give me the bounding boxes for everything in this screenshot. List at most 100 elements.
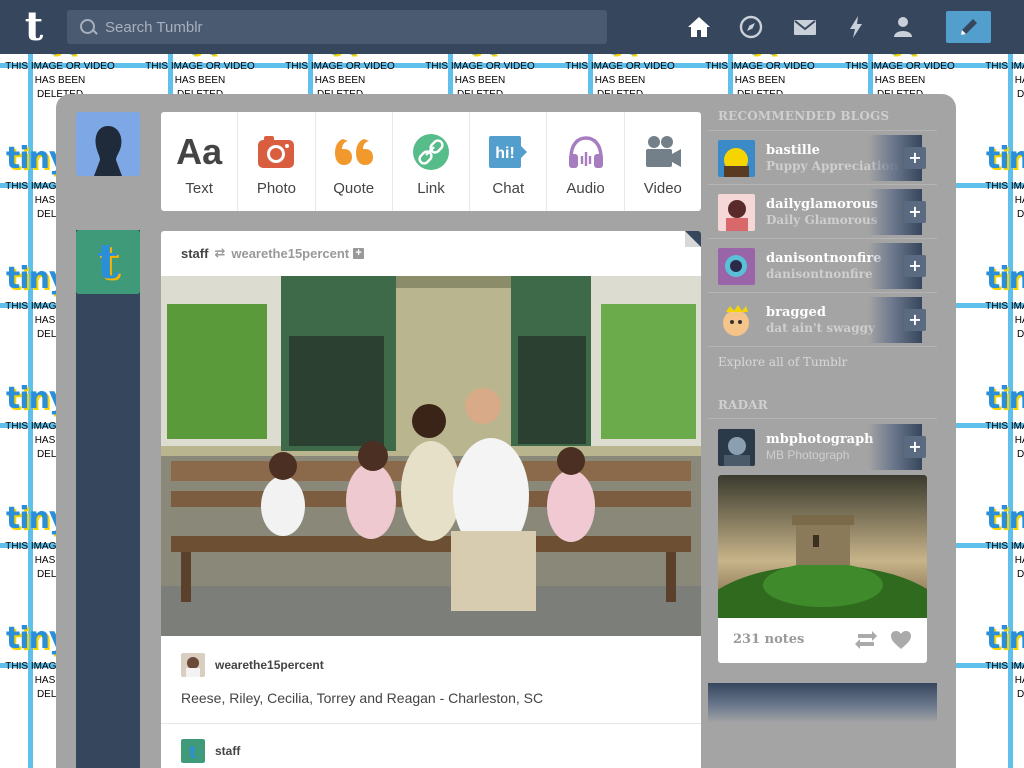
post-type-link[interactable]: Link — [393, 112, 471, 211]
deleted-notice: This image or videohas beendeleted — [985, 541, 1024, 580]
account-person-icon[interactable] — [890, 14, 916, 40]
blog-avatar — [718, 139, 755, 177]
post-type-chat[interactable]: hi! Chat — [470, 112, 548, 211]
post-type-label: Audio — [566, 180, 605, 197]
compose-button[interactable] — [946, 11, 991, 43]
divider — [708, 238, 937, 239]
broken-image-tile: tinypicThis image or videohas beendelete… — [975, 144, 1024, 254]
blog-avatar — [718, 428, 755, 466]
deleted-notice: This image or videohas beendeleted — [985, 661, 1024, 700]
blog-avatar — [718, 301, 755, 339]
tinypic-logo: tinypic — [985, 141, 1024, 176]
follow-plus-icon[interactable]: + — [904, 309, 926, 331]
follow-plus-icon[interactable]: + — [904, 436, 926, 458]
post-type-label: Chat — [492, 180, 525, 197]
svg-text:hi!: hi! — [495, 145, 515, 162]
svg-text:t: t — [189, 742, 198, 763]
post-photo[interactable] — [161, 276, 701, 636]
caption-user[interactable]: wearethe15percent — [181, 653, 324, 677]
tinypic-logo: tinypic — [985, 501, 1024, 536]
home-icon[interactable] — [686, 14, 712, 40]
recommended-blog-row[interactable]: danisontnonfire danisontnonfire + — [718, 243, 928, 289]
headphones-icon — [566, 132, 606, 172]
explore-all-link[interactable]: Explore all of Tumblr — [718, 355, 847, 369]
post-type-quote[interactable]: Quote — [316, 112, 393, 211]
camera-icon — [257, 132, 295, 172]
chat-hi-icon: hi! — [487, 132, 529, 172]
radar-post-card: 231 notes — [718, 475, 927, 663]
post-type-audio[interactable]: Audio — [547, 112, 625, 211]
tinypic-logo: tinypic — [985, 381, 1024, 416]
post-avatar-column — [76, 230, 140, 768]
broken-image-tile: tinypic This image or videohas beendelete… — [975, 384, 1024, 494]
inbox-envelope-icon[interactable] — [792, 14, 818, 40]
search-box[interactable] — [67, 10, 607, 44]
follow-plus-icon[interactable]: + — [904, 201, 926, 223]
post-caption: Reese, Riley, Cecilia, Torrey and Reagan… — [181, 690, 544, 706]
post-type-video[interactable]: Video — [625, 112, 701, 211]
post-type-label: Link — [417, 180, 445, 197]
notes-count[interactable]: 231 notes — [733, 632, 804, 647]
deleted-notice: This image or videohas beendeleted — [985, 61, 1024, 100]
post-type-label: Photo — [256, 180, 297, 197]
divider — [708, 130, 937, 131]
radar-photo[interactable] — [718, 475, 927, 618]
post-corner-fold — [685, 231, 701, 247]
recommended-blogs-heading: Recommended Blogs — [718, 109, 890, 123]
recommended-blog-row[interactable]: bragged dat ain't swaggy + — [718, 297, 928, 343]
tumblr-logo[interactable]: t — [18, 7, 50, 47]
reblog-arrows-icon: ⇄ — [214, 246, 226, 261]
broken-image-tile: tinypic This image or videohas beendelete… — [975, 504, 1024, 614]
tinypic-logo: tinypic — [985, 621, 1024, 656]
video-camera-icon — [643, 132, 683, 172]
like-heart-icon[interactable] — [890, 630, 912, 655]
staff-avatar[interactable]: t — [76, 230, 140, 294]
post-divider — [161, 723, 701, 724]
search-icon — [67, 10, 105, 44]
deleted-notice: This image or videohas beendeleted — [985, 421, 1024, 460]
caption-user-avatar — [181, 653, 205, 677]
tinypic-logo: tinypic — [985, 261, 1024, 296]
recommended-blog-row[interactable]: bastille Puppy Appreciation + — [718, 135, 928, 181]
blog-avatar — [718, 193, 755, 231]
broken-image-tile: tinypic This image or videohas beendelete… — [975, 264, 1024, 374]
family-photo-image — [161, 276, 701, 636]
post-type-label: Text — [185, 180, 213, 197]
quote-icon — [333, 132, 375, 172]
post-type-photo[interactable]: Photo — [238, 112, 316, 211]
deleted-notice: This image or videohas beendeleted — [985, 301, 1024, 340]
broken-image-tile: tinypic This image or videohas beendelete… — [975, 624, 1024, 734]
my-avatar[interactable] — [76, 112, 140, 176]
divider — [708, 292, 937, 293]
activity-lightning-icon[interactable] — [843, 14, 869, 40]
blog-avatar — [718, 247, 755, 285]
follow-plus-icon[interactable]: + — [353, 248, 365, 259]
compose-pencil-icon — [960, 19, 977, 35]
post-header: staff ⇄ wearethe15percent + — [161, 231, 701, 276]
post-author-link[interactable]: staff — [181, 246, 208, 261]
radar-blog-row[interactable]: mbphotograph MB Photograph + — [718, 424, 928, 470]
sidebar-bottom-strip — [708, 683, 937, 723]
reblogger-row[interactable]: t staff — [181, 739, 240, 763]
divider — [708, 418, 937, 419]
search-input[interactable] — [105, 18, 585, 36]
post-source-link[interactable]: wearethe15percent — [231, 246, 349, 261]
caption-user-name: wearethe15percent — [215, 658, 324, 672]
text-aa-icon: Aa — [176, 131, 223, 172]
divider — [708, 184, 937, 185]
divider — [708, 346, 937, 347]
follow-plus-icon[interactable]: + — [904, 147, 926, 169]
post-type-bar: Aa Text Photo Quote Link hi! Chat Audio — [161, 112, 701, 211]
follow-plus-icon[interactable]: + — [904, 255, 926, 277]
top-navigation-bar: t — [0, 0, 1024, 54]
radar-heading: Radar — [718, 398, 768, 412]
reblog-icon[interactable] — [854, 630, 878, 655]
post-type-label: Video — [643, 180, 682, 197]
recommended-blog-row[interactable]: dailyglamorous Daily Glamorous + — [718, 189, 928, 235]
broken-image-tile: tinypicThis image or videohas beendelete… — [975, 54, 1024, 134]
explore-compass-icon[interactable] — [738, 14, 764, 40]
post-type-label: Quote — [333, 180, 375, 197]
reblogger-name: staff — [215, 744, 241, 758]
staff-mini-avatar: t — [181, 739, 205, 763]
post-type-text[interactable]: Aa Text — [161, 112, 239, 211]
